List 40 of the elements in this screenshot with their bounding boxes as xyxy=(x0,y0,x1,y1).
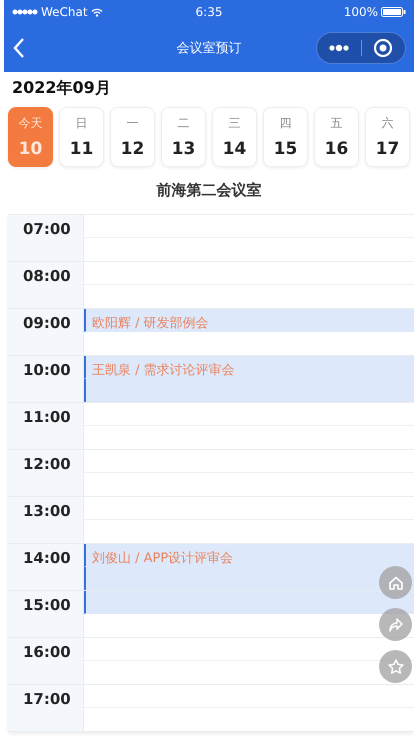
booking-title: 刘俊山 / APP设计评审会 xyxy=(92,551,234,566)
clock-time: 6:35 xyxy=(196,5,222,19)
signal-icon xyxy=(12,9,38,15)
day-tab[interactable]: 日 11 xyxy=(59,107,104,167)
page-title: 会议室预订 xyxy=(176,40,242,57)
day-tab[interactable]: 五 16 xyxy=(314,107,359,167)
hour-label: 10:00 xyxy=(23,361,71,379)
day-tab[interactable]: 一 12 xyxy=(110,107,155,167)
star-icon xyxy=(386,658,404,676)
share-icon xyxy=(386,616,404,634)
hour-label: 12:00 xyxy=(23,455,71,473)
day-tab[interactable]: 二 13 xyxy=(161,107,206,167)
month-title: 2022年09月 xyxy=(12,78,111,99)
battery-percent: 100% xyxy=(344,5,378,19)
hour-label: 09:00 xyxy=(23,314,71,332)
hour-label: 11:00 xyxy=(23,408,71,426)
ring-dot-icon xyxy=(373,38,394,58)
battery-icon xyxy=(381,7,406,17)
carrier-name: WeChat xyxy=(41,5,88,19)
booking-block[interactable] xyxy=(84,567,414,590)
share-button[interactable] xyxy=(379,608,412,641)
favorite-button[interactable] xyxy=(379,650,412,683)
room-name: 前海第二会议室 xyxy=(156,181,262,199)
wifi-icon xyxy=(90,8,103,16)
back-button[interactable] xyxy=(12,37,26,59)
day-tab[interactable]: 四 15 xyxy=(263,107,308,167)
hour-label: 07:00 xyxy=(23,220,71,238)
hour-label: 08:00 xyxy=(23,267,71,285)
more-icon xyxy=(328,44,350,52)
hour-label: 14:00 xyxy=(23,549,71,567)
hour-label: 16:00 xyxy=(23,643,71,661)
hour-label: 13:00 xyxy=(23,502,71,520)
day-tab[interactable]: 六 17 xyxy=(365,107,410,167)
hour-label: 17:00 xyxy=(23,690,71,708)
booking-title: 王凯泉 / 需求讨论评审会 xyxy=(92,363,235,378)
home-icon xyxy=(386,574,404,592)
booking-title: 欧阳辉 / 研发部例会 xyxy=(92,316,209,331)
day-tab[interactable]: 三 14 xyxy=(212,107,257,167)
hour-label: 15:00 xyxy=(23,596,71,614)
back-icon xyxy=(12,37,26,59)
